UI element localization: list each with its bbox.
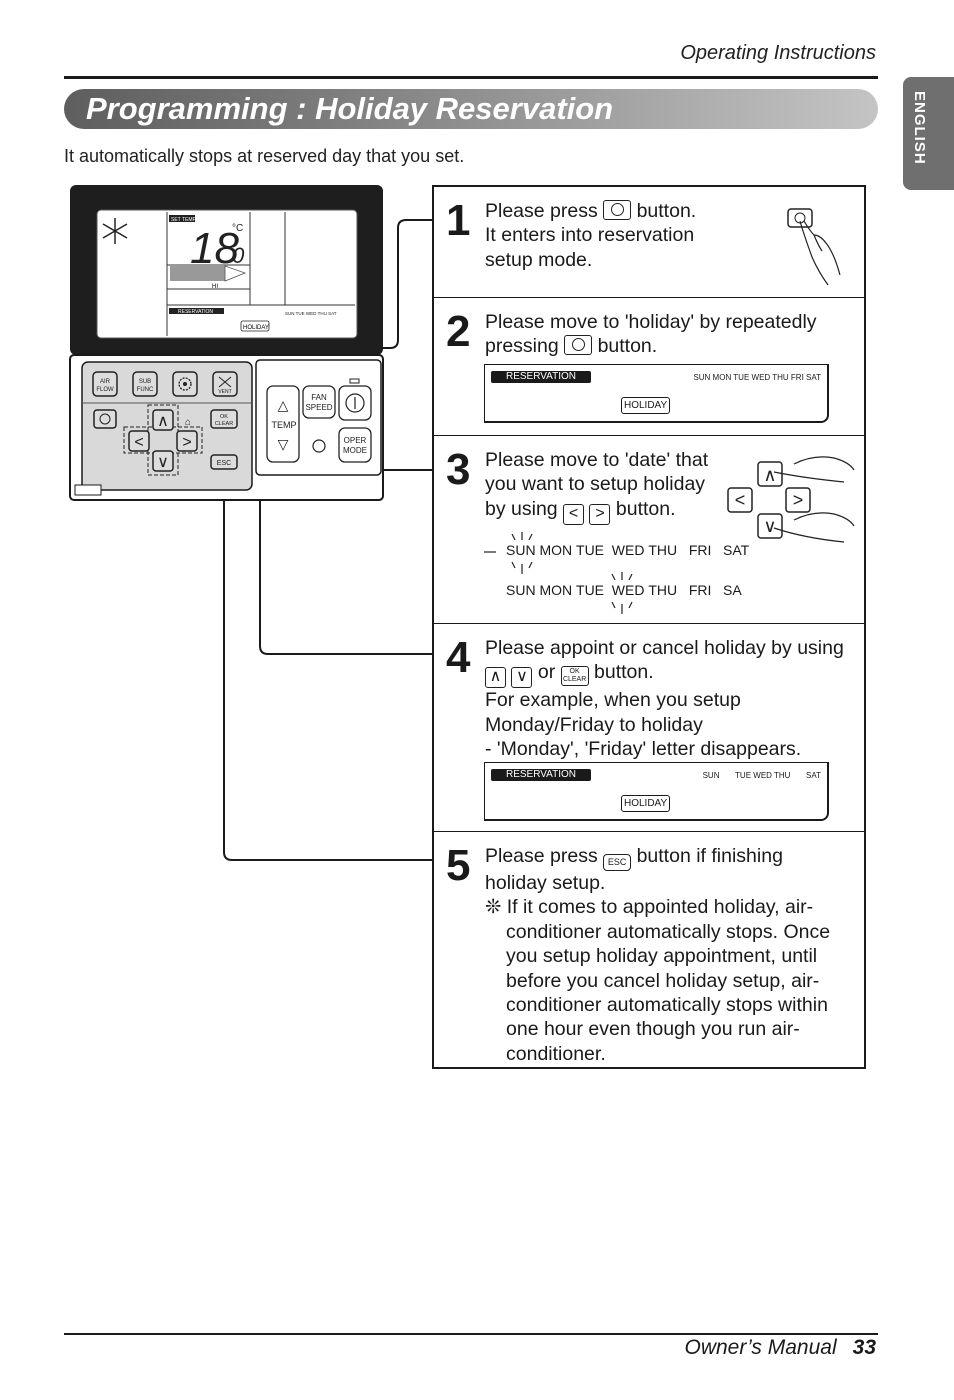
svg-text:FAN: FAN xyxy=(311,393,327,402)
step-3: 3 Please move to 'date' that you want to… xyxy=(434,435,864,623)
oper-mode-button xyxy=(338,427,372,463)
display-example: RESERVATION HOLIDAY SUN TUE WED THU SAT xyxy=(484,762,829,821)
note-text: ❊ If it comes to appointed holiday, air-… xyxy=(485,896,831,1065)
reservation-button xyxy=(93,409,117,429)
svg-text:∧: ∧ xyxy=(157,413,169,430)
svg-text:>: > xyxy=(793,490,804,510)
svg-text:<: < xyxy=(735,490,746,510)
svg-text:∨: ∨ xyxy=(763,516,776,536)
svg-text:VENT: VENT xyxy=(218,389,231,395)
day-list: SUN TUE WED THU SAT xyxy=(702,771,821,780)
child-lock-icon: ⌂ xyxy=(185,417,191,428)
step-text: Please press button. It enters into rese… xyxy=(485,200,697,271)
lcd-holiday-label: HOLIDAY xyxy=(243,325,269,331)
page-number: 33 xyxy=(852,1336,876,1359)
step-5: 5 Please press ESC button if finishing h… xyxy=(434,831,864,1067)
clock-button-icon xyxy=(603,200,632,220)
esc-button-icon: ESC xyxy=(603,854,632,871)
down-button-icon: ∨ xyxy=(511,667,533,689)
step-text: Please press ESC button if finishing hol… xyxy=(485,844,845,1066)
step-number: 2 xyxy=(446,307,471,356)
step-text: Please appoint or cancel holiday by usin… xyxy=(485,637,844,761)
display-example: RESERVATION HOLIDAY SUN MON TUE WED THU … xyxy=(484,364,829,423)
step-number: 1 xyxy=(446,196,471,245)
lcd-temperature-decimal: .0 xyxy=(226,243,245,268)
svg-text:OPER: OPER xyxy=(344,436,367,445)
step-number: 5 xyxy=(446,841,471,890)
svg-text:MODE: MODE xyxy=(343,446,367,455)
lcd-reservation-label: RESERVATION xyxy=(178,309,213,315)
svg-text:ESC: ESC xyxy=(217,460,231,467)
svg-text:∧: ∧ xyxy=(763,465,776,485)
step-2: 2 Please move to 'holiday' by repeatedly… xyxy=(434,297,864,435)
reservation-label: RESERVATION xyxy=(491,371,591,383)
day-list: SUN MON TUE WED THU FRI SAT xyxy=(693,373,821,382)
step-text: Please move to 'date' that you want to s… xyxy=(485,448,708,525)
temp-label: TEMP xyxy=(271,420,296,430)
hands-arrows-icon: ∧ < > ∨ xyxy=(727,456,855,543)
left-button-icon: < xyxy=(563,503,585,525)
clock-button-icon xyxy=(564,335,593,356)
svg-text:SPEED: SPEED xyxy=(305,403,332,412)
svg-text:AIR: AIR xyxy=(100,379,111,385)
footer: Owner’s Manual 33 xyxy=(685,1336,877,1360)
svg-text:△: △ xyxy=(278,397,289,413)
svg-text:<: < xyxy=(134,434,143,451)
svg-text:SUB: SUB xyxy=(139,379,151,385)
hand-pressing-icon xyxy=(787,208,841,286)
steps-panel: 1 Please press button. It enters into re… xyxy=(432,185,866,1069)
right-button-icon: > xyxy=(589,503,611,525)
svg-text:∨: ∨ xyxy=(157,454,169,471)
lcd-unit: °C xyxy=(232,223,243,234)
step-1: 1 Please press button. It enters into re… xyxy=(434,187,864,297)
holiday-label: HOLIDAY xyxy=(621,397,671,414)
fan-level-bars xyxy=(170,266,225,281)
ok-clear-button-icon: OK CLEAR xyxy=(560,666,589,687)
fan-level-label: HI xyxy=(212,284,218,290)
svg-text:CLEAR: CLEAR xyxy=(215,421,233,427)
blink-indicator-icon xyxy=(484,532,633,614)
holiday-label: HOLIDAY xyxy=(621,795,671,812)
footer-rule xyxy=(64,1333,878,1335)
manual-name: Owner’s Manual xyxy=(684,1336,837,1359)
step-number: 3 xyxy=(446,445,471,494)
reservation-label: RESERVATION xyxy=(491,769,591,781)
fan-speed-button xyxy=(302,385,336,419)
set-temp-label: SET TEMP xyxy=(171,217,196,223)
up-button-icon: ∧ xyxy=(485,667,506,689)
connector-step5 xyxy=(223,470,432,861)
svg-text:▽: ▽ xyxy=(278,436,289,452)
lcd-days: SUN TUE WED THU SAT xyxy=(285,311,337,316)
step-text: Please move to 'holiday' by repeatedly p… xyxy=(485,311,817,358)
step-4: 4 Please appoint or cancel holiday by us… xyxy=(434,623,864,831)
svg-text:OK: OK xyxy=(220,414,228,420)
svg-text:FLOW: FLOW xyxy=(96,387,114,393)
svg-text:>: > xyxy=(182,434,191,451)
svg-text:FUNC: FUNC xyxy=(137,387,154,393)
step-number: 4 xyxy=(446,633,471,682)
